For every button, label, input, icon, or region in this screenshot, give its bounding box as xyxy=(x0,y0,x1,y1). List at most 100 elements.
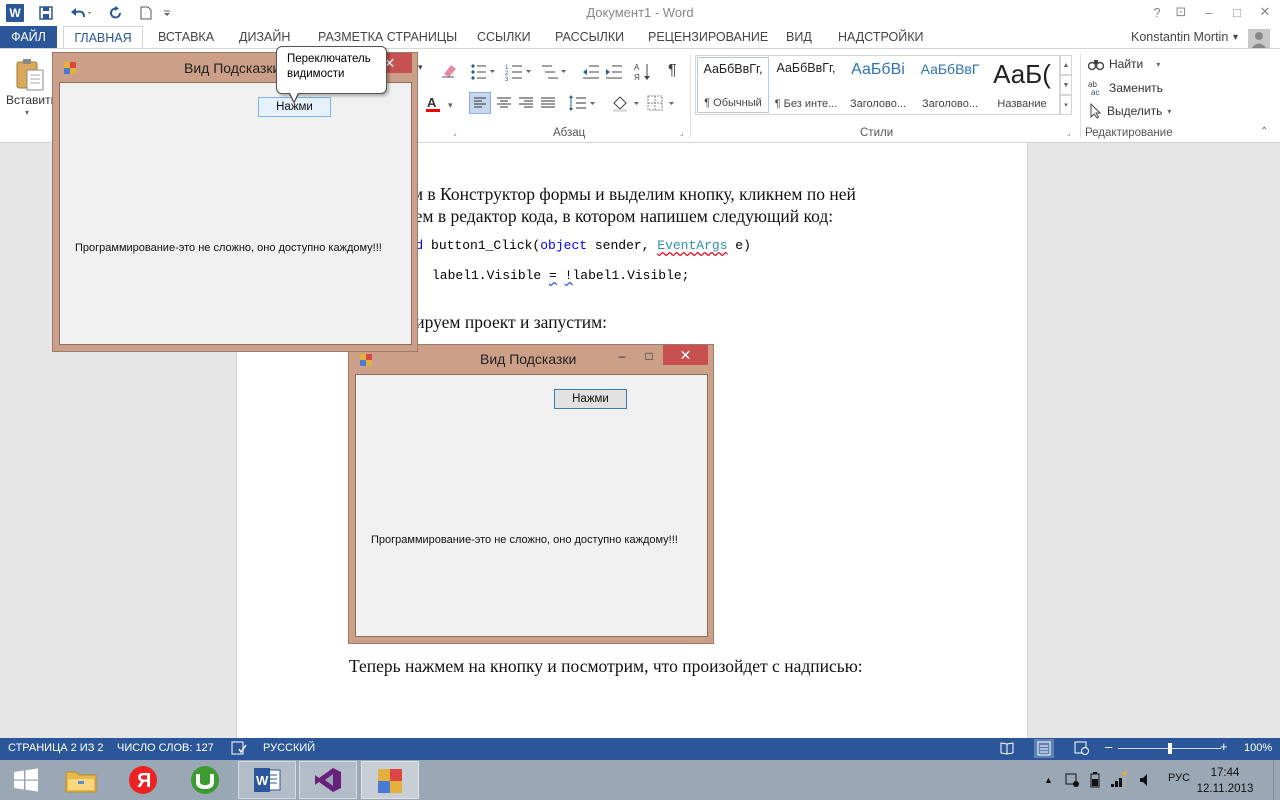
form-minimize-button[interactable]: – xyxy=(611,347,633,365)
group-separator xyxy=(1080,54,1081,138)
tab-view[interactable]: ВИД xyxy=(786,26,812,48)
code-line-signature: void button1_Click(object sender, EventA… xyxy=(392,238,751,253)
justify-icon[interactable] xyxy=(538,93,558,113)
code-text: button1_Click( xyxy=(423,238,541,253)
embedded-form-image[interactable]: Вид Подсказки – □ ✕ Нажми Программирован… xyxy=(348,344,714,644)
user-dropdown-icon[interactable]: ▾ xyxy=(1233,26,1238,48)
align-center-icon[interactable] xyxy=(494,93,514,113)
taskbar-utorrent[interactable] xyxy=(176,761,234,799)
select-button[interactable]: Выделить ▾ xyxy=(1088,103,1171,119)
page-count-status[interactable]: СТРАНИЦА 2 ИЗ 2 xyxy=(8,742,104,754)
user-avatar[interactable] xyxy=(1248,29,1270,49)
form-close-button[interactable]: ✕ xyxy=(663,345,708,365)
tab-review[interactable]: РЕЦЕНЗИРОВАНИЕ xyxy=(648,26,768,48)
user-name[interactable]: Konstantin Mortin xyxy=(1131,26,1228,48)
paragraph-dialog-launcher-icon[interactable]: ⌟ xyxy=(680,128,684,137)
tab-home[interactable]: ГЛАВНАЯ xyxy=(63,26,143,48)
styles-more-icon[interactable]: ▾ xyxy=(1060,95,1072,115)
zoom-level[interactable]: 100% xyxy=(1244,742,1272,754)
align-left-button[interactable] xyxy=(469,92,491,114)
numbering-icon[interactable]: 123 xyxy=(505,63,533,83)
code-operator: = xyxy=(549,268,557,283)
borders-icon[interactable] xyxy=(645,93,677,113)
shading-icon[interactable] xyxy=(610,93,642,113)
ribbon-display-options-button[interactable]: ⊡ xyxy=(1168,0,1194,24)
font-dialog-launcher-icon[interactable]: ⌟ xyxy=(453,128,457,137)
collapse-ribbon-icon[interactable]: ⌃ xyxy=(1260,126,1268,137)
code-line-body: label1.Visible = !label1.Visible; xyxy=(432,268,690,283)
font-color-icon[interactable]: A xyxy=(425,95,441,113)
tab-file[interactable]: ФАЙЛ xyxy=(0,26,57,48)
style-normal[interactable]: АаБбВвГг, ¶ Обычный xyxy=(697,57,769,113)
sort-icon[interactable]: AЯ xyxy=(634,62,652,82)
tray-overflow-icon[interactable]: ▲ xyxy=(1044,775,1053,785)
align-right-icon[interactable] xyxy=(516,93,536,113)
web-layout-icon[interactable] xyxy=(1074,741,1090,755)
styles-scroll-down-icon[interactable]: ▼ xyxy=(1060,75,1072,95)
tray-power-icon[interactable] xyxy=(1088,772,1102,788)
font-size-dropdown-icon[interactable]: ▾ xyxy=(418,62,423,73)
style-heading-1[interactable]: АаБбВі Заголово... xyxy=(842,57,914,113)
multilevel-list-icon[interactable] xyxy=(540,63,568,81)
decrease-indent-icon[interactable] xyxy=(582,63,600,81)
tray-language[interactable]: РУС xyxy=(1168,772,1190,784)
style-no-spacing[interactable]: АаБбВвГг, ¶ Без инте... xyxy=(770,57,842,113)
find-button[interactable]: Найти ▾ xyxy=(1088,57,1160,71)
paste-dropdown-icon[interactable]: ▾ xyxy=(25,108,29,117)
tab-design[interactable]: ДИЗАЙН xyxy=(239,26,290,48)
tab-addins[interactable]: НАДСТРОЙКИ xyxy=(838,26,924,48)
taskbar-visual-studio[interactable] xyxy=(299,761,357,799)
taskbar-yandex-browser[interactable]: Я xyxy=(114,761,172,799)
paste-icon[interactable] xyxy=(14,58,46,92)
proofing-icon[interactable] xyxy=(231,741,247,755)
print-layout-button[interactable] xyxy=(1034,739,1054,758)
start-button[interactable] xyxy=(0,761,52,799)
show-formatting-marks-icon[interactable]: ¶ xyxy=(668,62,677,80)
style-name: Заголово... xyxy=(921,98,979,110)
increase-indent-icon[interactable] xyxy=(605,63,623,81)
word-count-status[interactable]: ЧИСЛО СЛОВ: 127 xyxy=(117,742,214,754)
tray-clock[interactable]: 17:44 12.11.2013 xyxy=(1195,765,1255,797)
font-color-dropdown-icon[interactable]: ▾ xyxy=(448,100,453,111)
tray-network-icon[interactable] xyxy=(1110,772,1128,788)
maximize-button[interactable]: □ xyxy=(1224,0,1250,24)
read-mode-icon[interactable] xyxy=(1000,741,1014,755)
zoom-out-button[interactable]: – xyxy=(1105,739,1112,754)
styles-scroll-up-icon[interactable]: ▲ xyxy=(1060,55,1072,75)
close-button[interactable]: ✕ xyxy=(1252,0,1278,24)
paste-label[interactable]: Вставить xyxy=(6,93,57,107)
tab-insert[interactable]: ВСТАВКА xyxy=(158,26,214,48)
minimize-button[interactable]: – xyxy=(1196,0,1222,24)
running-form-window[interactable]: Вид Подсказки ✕ Нажми Программирование-э… xyxy=(52,52,418,352)
zoom-in-button[interactable]: + xyxy=(1220,739,1228,754)
style-title[interactable]: АаБ( Название xyxy=(986,57,1058,113)
tab-references[interactable]: ССЫЛКИ xyxy=(477,26,531,48)
styles-dialog-launcher-icon[interactable]: ⌟ xyxy=(1067,128,1071,137)
select-dropdown-icon[interactable]: ▾ xyxy=(1167,107,1171,116)
find-dropdown-icon[interactable]: ▾ xyxy=(1156,60,1160,69)
help-button[interactable]: ? xyxy=(1144,0,1170,24)
show-desktop-button[interactable] xyxy=(1273,760,1280,800)
svg-text:Я: Я xyxy=(634,73,640,82)
bullets-icon[interactable] xyxy=(470,63,496,81)
style-heading-2[interactable]: АаБбВвГ Заголово... xyxy=(914,57,986,113)
taskbar-word[interactable]: W xyxy=(238,761,296,799)
replace-button[interactable]: ab ac Заменить xyxy=(1088,80,1163,96)
tab-page-layout[interactable]: РАЗМЕТКА СТРАНИЦЫ xyxy=(318,26,457,48)
tab-mailings[interactable]: РАССЫЛКИ xyxy=(555,26,624,48)
clear-formatting-icon[interactable] xyxy=(440,62,458,78)
style-name: Название xyxy=(997,98,1047,110)
form-label: Программирование-это не сложно, оно дост… xyxy=(371,534,678,546)
line-spacing-icon[interactable] xyxy=(568,93,598,113)
replace-icon: abac xyxy=(1088,80,1099,96)
tray-volume-icon[interactable] xyxy=(1138,772,1152,788)
tray-action-center-icon[interactable] xyxy=(1064,772,1080,788)
paragraph-group-label: Абзац xyxy=(553,127,586,139)
language-status[interactable]: РУССКИЙ xyxy=(263,742,315,754)
toggle-button[interactable]: Нажми xyxy=(554,389,627,409)
zoom-slider-thumb[interactable] xyxy=(1167,743,1172,754)
form-maximize-button[interactable]: □ xyxy=(638,347,660,365)
taskbar-file-explorer[interactable] xyxy=(52,761,110,799)
select-label: Выделить xyxy=(1107,104,1163,118)
taskbar-winforms-app[interactable] xyxy=(361,761,419,799)
